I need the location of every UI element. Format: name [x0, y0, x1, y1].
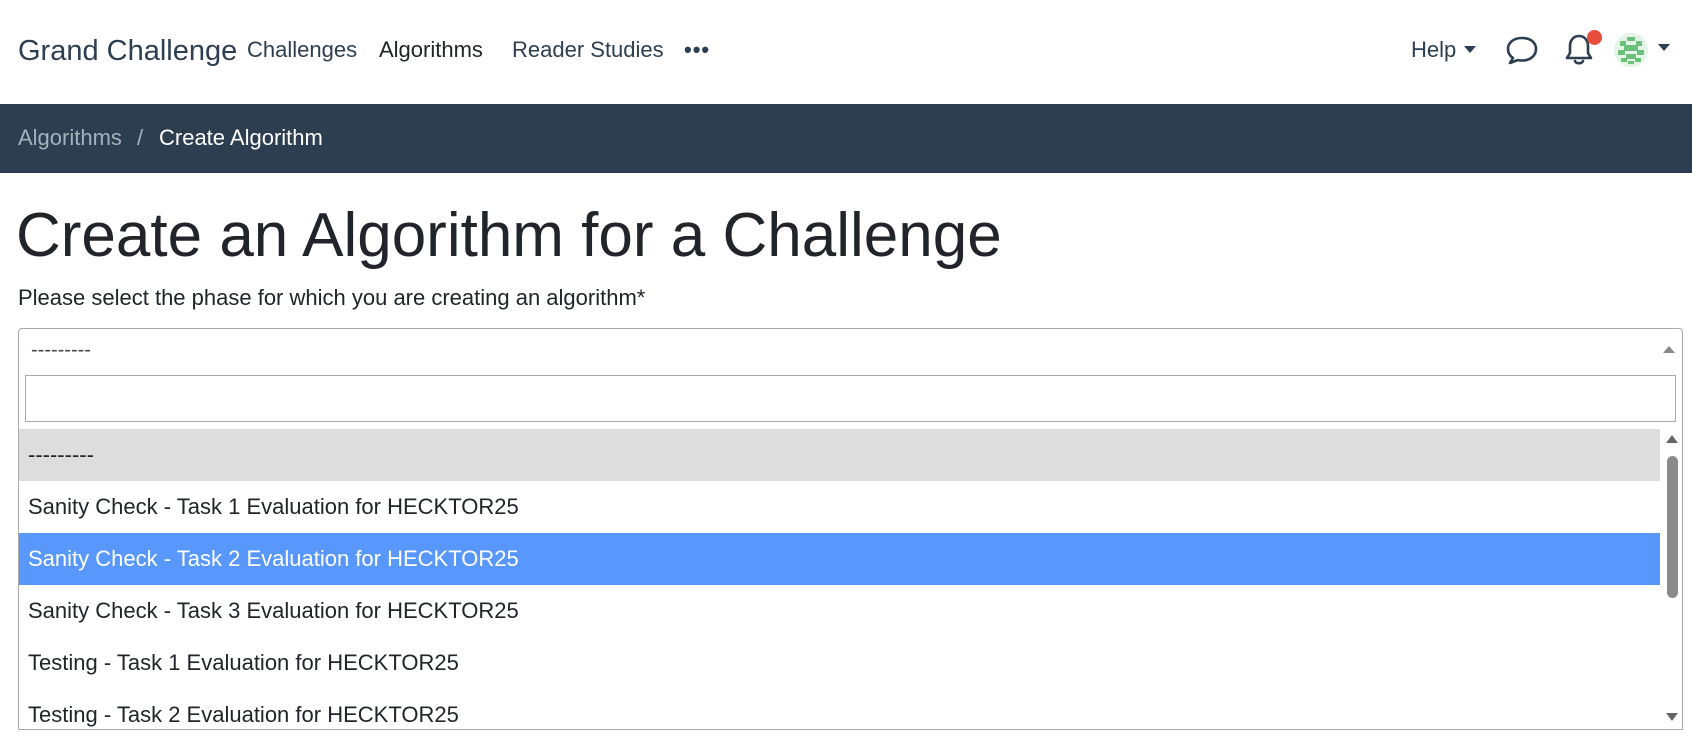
breadcrumb: Algorithms / Create Algorithm [0, 104, 1692, 173]
scrollbar-thumb[interactable] [1667, 456, 1678, 598]
user-avatar[interactable] [1614, 33, 1648, 67]
scroll-up-icon[interactable] [1666, 435, 1678, 443]
breadcrumb-current: Create Algorithm [159, 125, 323, 150]
help-label: Help [1411, 37, 1457, 62]
phase-field-label: Please select the phase for which you ar… [18, 285, 646, 310]
nav-link-challenges[interactable]: Challenges [247, 36, 357, 64]
dropdown-search-wrap [25, 375, 1676, 422]
scroll-down-icon[interactable] [1666, 713, 1678, 721]
phase-dropdown: --------- Sanity Check - Task 1 Evaluati… [18, 369, 1683, 730]
chevron-down-icon [1464, 46, 1477, 54]
phase-select-value: --------- [31, 339, 91, 361]
nav-link-algorithms[interactable]: Algorithms [379, 36, 483, 64]
top-navbar: Grand Challenge Challenges Algorithms Re… [0, 0, 1692, 104]
more-menu-icon[interactable]: ••• [684, 36, 710, 64]
chevron-up-icon [1663, 346, 1675, 353]
notification-badge [1587, 30, 1602, 45]
dropdown-option[interactable]: Testing - Task 2 Evaluation for HECKTOR2… [19, 689, 1660, 729]
phase-select[interactable]: --------- [18, 328, 1683, 370]
nav-link-reader-studies[interactable]: Reader Studies [512, 36, 664, 64]
help-dropdown[interactable]: Help [1411, 36, 1477, 64]
dropdown-option[interactable]: Sanity Check - Task 3 Evaluation for HEC… [19, 585, 1660, 637]
chevron-down-icon[interactable] [1658, 44, 1670, 51]
speech-bubble-icon[interactable] [1505, 35, 1539, 70]
dropdown-option[interactable]: Sanity Check - Task 1 Evaluation for HEC… [19, 481, 1660, 533]
dropdown-option[interactable]: Testing - Task 1 Evaluation for HECKTOR2… [19, 637, 1660, 689]
page-title: Create an Algorithm for a Challenge [16, 201, 1002, 270]
dropdown-option-empty[interactable]: --------- [19, 429, 1660, 481]
brand-link[interactable]: Grand Challenge [18, 33, 237, 69]
breadcrumb-link-algorithms[interactable]: Algorithms [18, 124, 122, 152]
dropdown-search-input[interactable] [26, 376, 1675, 421]
dropdown-option-highlighted[interactable]: Sanity Check - Task 2 Evaluation for HEC… [19, 533, 1660, 585]
dropdown-scrollbar[interactable] [1662, 429, 1682, 729]
breadcrumb-separator: / [137, 125, 144, 150]
dropdown-options-list: --------- Sanity Check - Task 1 Evaluati… [19, 429, 1660, 729]
